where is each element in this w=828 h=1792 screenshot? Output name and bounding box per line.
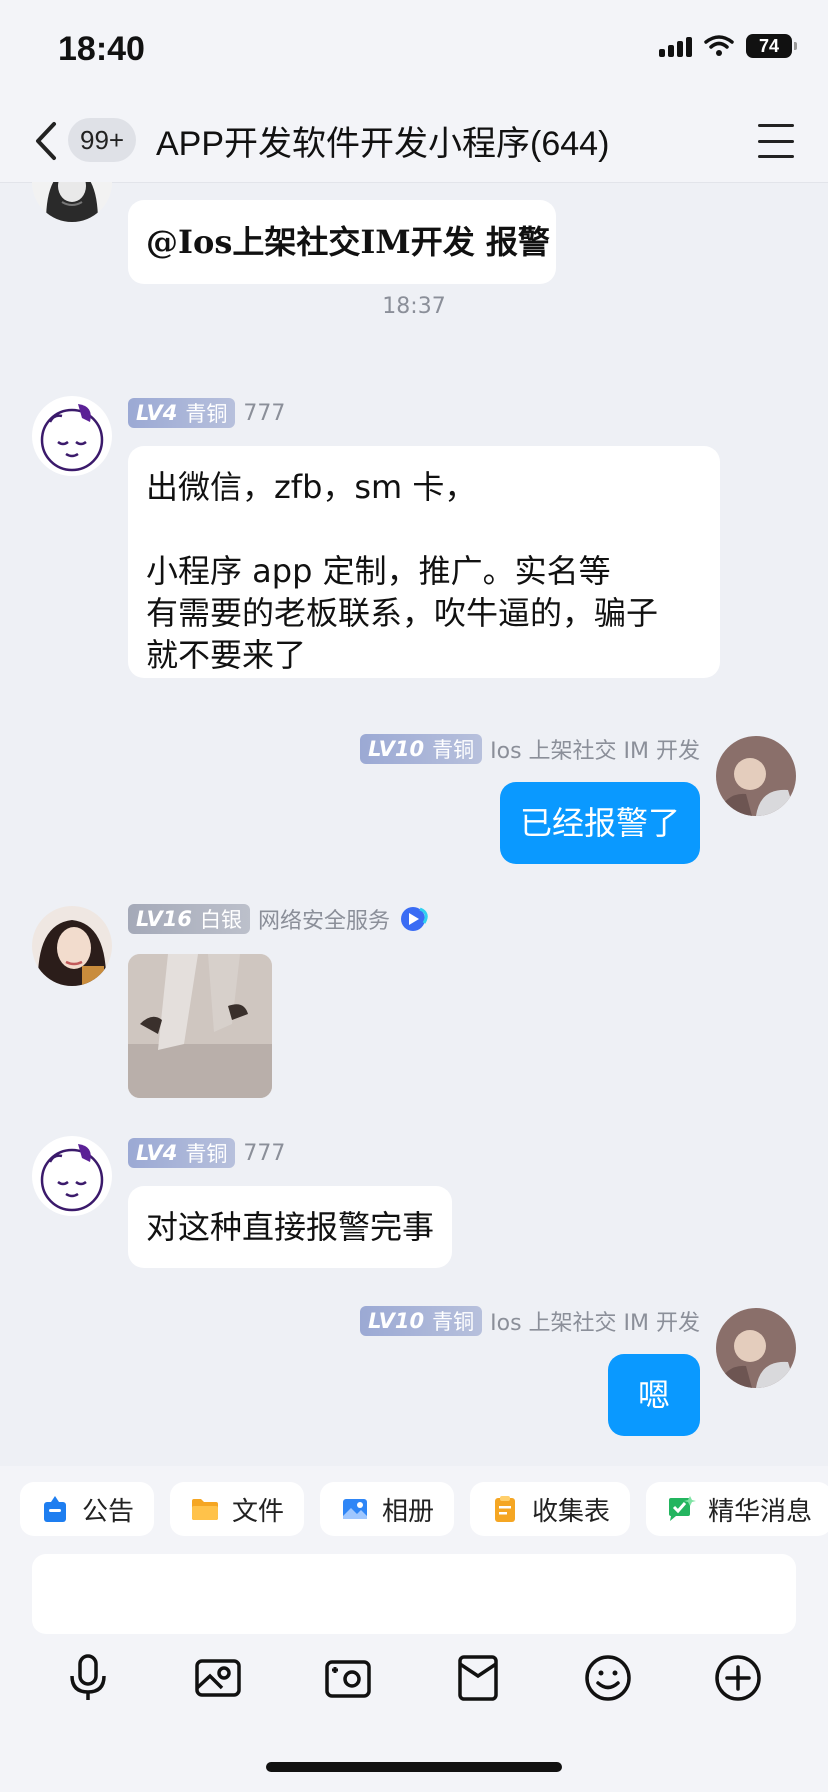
chip-files[interactable]: 文件 — [170, 1482, 305, 1536]
album-icon — [343, 1499, 368, 1519]
announcement-icon — [44, 1496, 66, 1522]
image-icon — [195, 1659, 241, 1697]
essence-icon — [669, 1496, 697, 1521]
quick-actions-bar: 公告 文件 相册 收集表 精华消息 — [20, 1482, 828, 1536]
message-text: 对这种直接报警完事 — [146, 1208, 435, 1246]
red-packet-button[interactable] — [450, 1650, 506, 1706]
message-text-line — [146, 508, 702, 550]
status-icons: 74 — [659, 34, 797, 58]
timestamp-separator: 18:37 — [382, 294, 446, 319]
message-text-line: 出微信，zfb，sm 卡， — [146, 468, 477, 506]
chip-album[interactable]: 相册 — [320, 1482, 455, 1536]
chip-form[interactable]: 收集表 — [470, 1482, 631, 1536]
sender-name[interactable]: 网络安全服务 — [258, 903, 390, 935]
emoji-button[interactable] — [580, 1650, 636, 1706]
group-title[interactable]: APP开发软件开发小程序(644) — [156, 116, 609, 165]
message-bubble[interactable]: 对这种直接报警完事 — [128, 1186, 453, 1268]
avatar[interactable] — [32, 182, 112, 222]
sender-meta: LV10 青铜 Ios 上架社交 IM 开发 — [360, 1306, 700, 1336]
chip-essence[interactable]: 精华消息 — [646, 1482, 828, 1536]
emoji-icon — [585, 1655, 631, 1701]
chevron-left-icon — [36, 122, 56, 160]
camera-icon — [325, 1660, 371, 1698]
avatar[interactable] — [716, 736, 796, 816]
home-indicator[interactable] — [266, 1762, 562, 1772]
sender-name[interactable]: Ios 上架社交 IM 开发 — [490, 1305, 700, 1337]
message-bubble[interactable]: 出微信，zfb，sm 卡， 小程序 app 定制，推广。实名等 有需要的老板联系… — [128, 446, 720, 678]
sender-name[interactable]: 777 — [243, 1141, 285, 1166]
level-badge: LV4 青铜 — [128, 1138, 236, 1168]
plus-icon — [715, 1655, 761, 1701]
folder-icon — [192, 1499, 219, 1520]
camera-button[interactable] — [320, 1650, 376, 1706]
chat-header: 99+ APP开发软件开发小程序(644) — [0, 100, 828, 183]
message-bubble[interactable]: @Ios上架社交IM开发 报警 — [128, 200, 556, 284]
message-input[interactable] — [32, 1554, 796, 1634]
message-text-line: 小程序 app 定制，推广。实名等 — [146, 552, 611, 590]
status-bar: 18:40 74 — [0, 0, 828, 100]
sender-name[interactable]: Ios 上架社交 IM 开发 — [490, 733, 700, 765]
menu-button[interactable] — [758, 124, 794, 158]
back-button[interactable] — [26, 118, 66, 164]
message-text-line: 有需要的老板联系，吹牛逼的，骗子 — [146, 594, 659, 632]
level-badge: LV4 青铜 — [128, 398, 236, 428]
sticker-image[interactable] — [128, 954, 272, 1098]
avatar[interactable] — [32, 906, 112, 986]
sender-meta: LV10 青铜 Ios 上架社交 IM 开发 — [360, 734, 700, 764]
status-time: 18:40 — [58, 30, 145, 68]
sender-meta: LV4 青铜 777 — [128, 398, 285, 428]
battery-icon: 74 — [746, 34, 797, 58]
wifi-icon — [704, 35, 734, 56]
more-button[interactable] — [710, 1650, 766, 1706]
message-list[interactable]: @Ios上架社交IM开发 报警 18:37 LV4 青铜 777 出微信，zfb，… — [0, 182, 828, 1466]
vip-badge-icon — [400, 907, 428, 931]
photo-button[interactable] — [190, 1650, 246, 1706]
sender-meta: LV4 青铜 777 — [128, 1138, 285, 1168]
message-text-line: 就不要来了 — [146, 636, 307, 674]
form-icon — [495, 1496, 516, 1522]
microphone-icon — [70, 1654, 106, 1700]
message-text: 已经报警了 — [519, 804, 680, 842]
message-bubble[interactable]: 嗯 — [608, 1354, 700, 1436]
avatar[interactable] — [716, 1308, 796, 1388]
level-badge: LV10 青铜 — [360, 1306, 483, 1336]
red-packet-icon — [458, 1655, 498, 1701]
message-text: 嗯 — [637, 1376, 670, 1414]
chip-announcement[interactable]: 公告 — [20, 1482, 155, 1536]
avatar[interactable] — [32, 1136, 112, 1216]
avatar[interactable] — [32, 396, 112, 476]
sender-meta: LV16 白银 网络安全服务 — [128, 904, 432, 934]
sender-name[interactable]: 777 — [243, 401, 285, 426]
voice-button[interactable] — [60, 1650, 116, 1706]
message-bubble[interactable]: 已经报警了 — [499, 782, 700, 864]
level-badge: LV10 青铜 — [360, 734, 483, 764]
input-actions-bar — [0, 1650, 828, 1710]
level-badge: LV16 白银 — [128, 904, 250, 934]
message-text: @Ios上架社交IM开发 报警 — [146, 223, 550, 261]
cellular-signal-icon — [659, 35, 692, 57]
unread-count-badge[interactable]: 99+ — [68, 118, 137, 162]
